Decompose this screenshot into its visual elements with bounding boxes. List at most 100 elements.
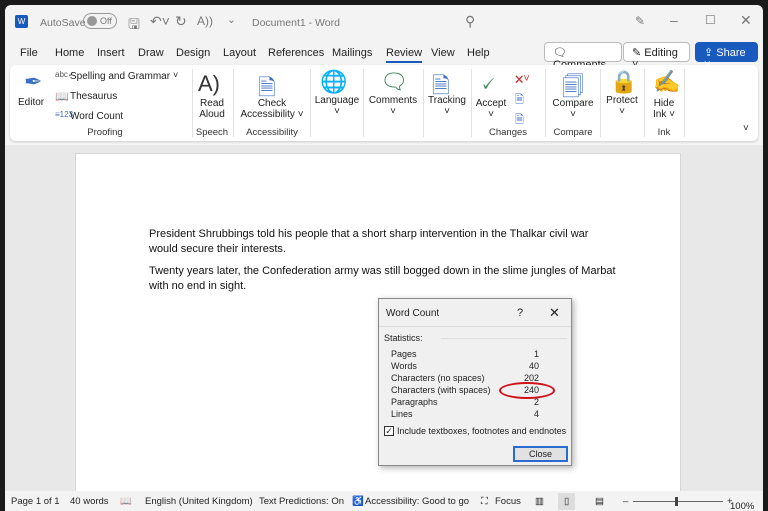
stat-row: Pages 1: [391, 349, 539, 359]
zoom-level[interactable]: 100%: [730, 496, 754, 511]
close-button[interactable]: Close: [513, 446, 568, 462]
tab-references[interactable]: References: [268, 47, 324, 59]
read-aloud-button[interactable]: Read Aloud: [197, 98, 227, 120]
customize-qat-icon[interactable]: ⌄: [227, 14, 236, 26]
editing-label: Editing: [644, 47, 678, 59]
language-label: Language: [314, 95, 360, 106]
comments-ribbon-button[interactable]: Comments ˅: [365, 95, 421, 117]
close-dialog-icon[interactable]: ✕: [549, 305, 560, 321]
autosave-toggle[interactable]: Off: [83, 13, 117, 29]
share-icon: ⇪: [704, 47, 717, 59]
check-label: Check: [257, 98, 287, 109]
stat-row: Lines 4: [391, 409, 539, 419]
new-comment-icon: 🗨: [380, 69, 408, 94]
read-aloud-icon: A): [198, 71, 220, 96]
focus-button[interactable]: Focus: [495, 496, 521, 507]
proofing-group-label: Proofing: [87, 127, 123, 138]
tab-mailings[interactable]: Mailings: [332, 47, 372, 59]
protect-button[interactable]: Protect ˅: [601, 95, 643, 117]
compare-button[interactable]: Compare ˅: [547, 98, 599, 120]
reject-icon[interactable]: 🗙˅: [515, 70, 530, 89]
comments-button[interactable]: 🗨 Comments: [544, 42, 622, 71]
hide-ink-icon: ✍: [653, 69, 681, 94]
compare-btn-label: Compare: [552, 98, 594, 109]
speech-group-label: Speech: [195, 127, 229, 138]
tab-layout[interactable]: Layout: [223, 47, 256, 59]
tab-draw[interactable]: Draw: [138, 47, 164, 59]
word-logo-icon: W: [15, 15, 28, 28]
proofing-icon[interactable]: 📖: [120, 496, 132, 507]
share-button[interactable]: ⇪ Share ˅: [695, 42, 758, 71]
tab-insert[interactable]: Insert: [97, 47, 125, 59]
tracking-button[interactable]: Tracking ˅: [424, 95, 470, 117]
read-mode-icon[interactable]: ▥: [535, 496, 544, 507]
toggle-state: Off: [100, 16, 112, 26]
status-bar: Page 1 of 1 40 words 📖 English (United K…: [5, 491, 763, 511]
focus-icon: ⛶: [481, 496, 488, 507]
save-icon[interactable]: 🖫: [128, 14, 140, 38]
tab-view[interactable]: View: [431, 47, 455, 59]
aloud-label: Aloud: [199, 109, 225, 120]
document-title: Document1 - Word: [252, 17, 340, 29]
tab-design[interactable]: Design: [176, 47, 210, 59]
accessibility-status[interactable]: Accessibility: Good to go: [365, 496, 469, 507]
word-count-indicator[interactable]: 40 words: [70, 496, 109, 507]
close-label: Close: [528, 449, 552, 459]
editor-icon: ✒: [24, 69, 43, 94]
thesaurus-icon: 📖: [55, 91, 69, 103]
language-button[interactable]: Language ˅: [313, 95, 361, 117]
search-icon[interactable]: ⚲: [465, 13, 475, 30]
redo-icon[interactable]: ↻: [175, 13, 187, 30]
ribbon: ✒ Editor abc✓ Spelling and Grammar ˅ 📖 T…: [10, 65, 758, 141]
undo-icon[interactable]: ↶˅: [150, 13, 170, 30]
accept-icon: 🗸: [480, 71, 496, 96]
accept-button[interactable]: Accept ˅: [473, 98, 509, 120]
web-layout-icon[interactable]: ▤: [595, 496, 604, 507]
language-indicator[interactable]: English (United Kingdom): [145, 496, 253, 507]
statistics-label: Statistics:: [384, 333, 423, 343]
protect-icon: 🔒: [610, 69, 638, 94]
accessibility-group-label: Accessibility: [246, 127, 298, 138]
protect-label: Protect: [606, 95, 638, 106]
editor-button[interactable]: Editor: [18, 97, 44, 108]
close-window-icon[interactable]: ✕: [740, 12, 752, 29]
include-checkbox[interactable]: ✓: [384, 426, 394, 436]
ink-group-label: Ink: [657, 127, 671, 138]
tab-review[interactable]: Review: [386, 47, 423, 63]
tab-file[interactable]: File: [20, 47, 38, 59]
previous-change-icon[interactable]: 🗎: [515, 91, 524, 110]
pen-icon[interactable]: ✎: [635, 14, 645, 28]
tab-help[interactable]: Help: [467, 47, 490, 59]
zoom-slider[interactable]: [633, 497, 723, 506]
spelling-button[interactable]: Spelling and Grammar: [70, 71, 170, 82]
text-predictions[interactable]: Text Predictions: On: [259, 496, 344, 507]
print-layout-icon[interactable]: ▯: [558, 493, 576, 510]
word-window: W AutoSave Off 🖫 ↶˅ ↻ A)) ⌄ Document1 - …: [5, 5, 763, 511]
changes-group-label: Changes: [488, 127, 528, 138]
hide-ink-button[interactable]: Hide Ink ˅: [646, 98, 682, 120]
page-indicator[interactable]: Page 1 of 1: [11, 496, 60, 507]
tab-home[interactable]: Home: [55, 47, 84, 59]
document-paragraph: Twenty years later, the Confederation ar…: [149, 265, 616, 292]
word-count-button[interactable]: Word Count: [70, 111, 123, 122]
editing-button[interactable]: ✎ Editing ˅: [623, 42, 690, 71]
thesaurus-button[interactable]: Thesaurus: [70, 91, 117, 102]
collapse-ribbon-icon[interactable]: ˅: [743, 123, 749, 134]
word-count-dialog: Word Count ? ✕ Statistics: Pages 1 Words 4…: [378, 298, 572, 466]
maximize-icon[interactable]: ☐: [705, 13, 716, 27]
help-button[interactable]: ?: [517, 307, 523, 319]
ink-btn-label: Ink: [653, 109, 667, 120]
zoom-out-icon[interactable]: –: [623, 496, 628, 507]
read-aloud-qat-icon[interactable]: A)): [197, 14, 213, 28]
compare-group-label: Compare: [553, 127, 593, 138]
check-accessibility-button[interactable]: Check Accessibility ˅: [238, 98, 306, 120]
share-label: Share: [716, 47, 746, 59]
accessibility-btn-label: Accessibility: [240, 109, 295, 120]
include-checkbox-label[interactable]: Include textboxes, footnotes and endnote…: [397, 426, 566, 436]
stat-row: Words 40: [391, 361, 539, 371]
spelling-dropdown-icon[interactable]: ˅: [173, 70, 178, 80]
accessibility-icon: ♿: [352, 496, 364, 507]
tracking-label: Tracking: [428, 95, 466, 106]
minimize-icon[interactable]: –: [670, 12, 678, 28]
pencil-icon: ✎: [632, 47, 645, 59]
